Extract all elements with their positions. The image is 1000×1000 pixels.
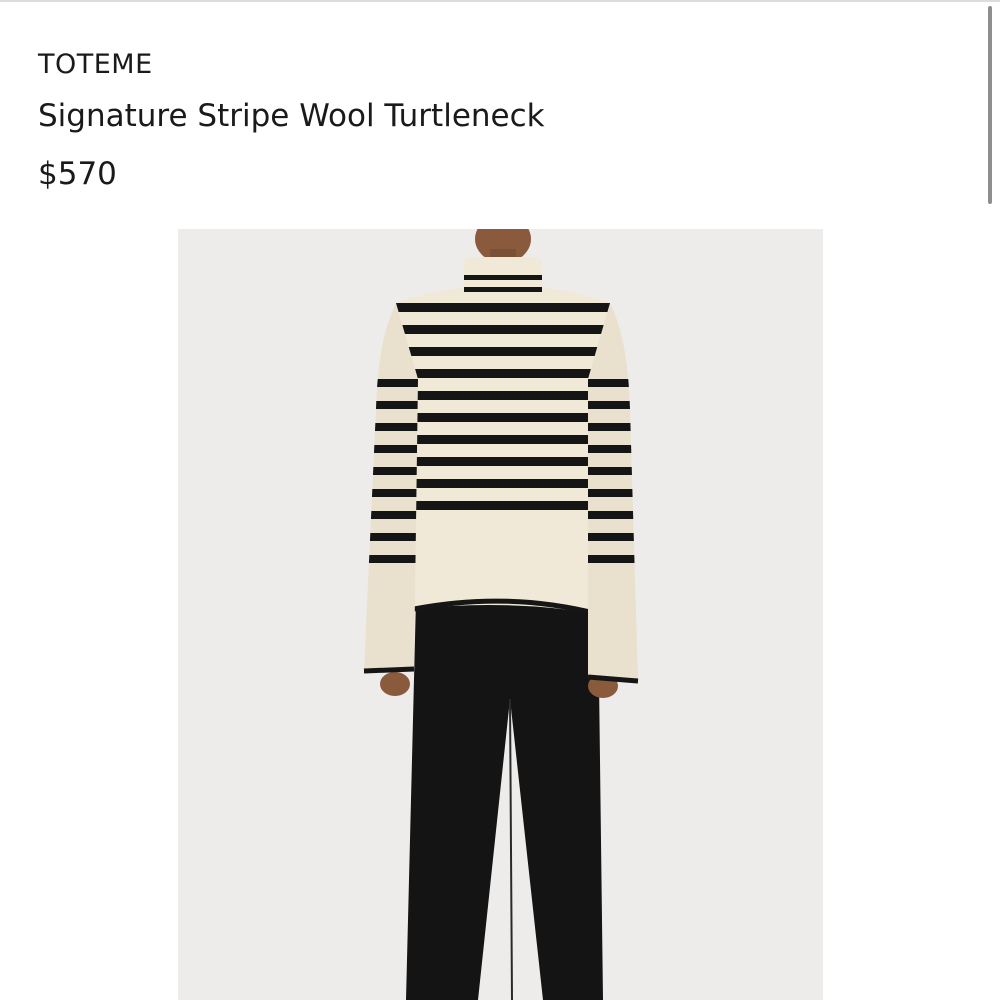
- product-info: TOTEME Signature Stripe Wool Turtleneck …: [38, 46, 545, 196]
- model-trousers: [406, 599, 603, 1000]
- product-title[interactable]: Signature Stripe Wool Turtleneck: [38, 94, 545, 138]
- product-brand[interactable]: TOTEME: [38, 46, 545, 84]
- product-price: $570: [38, 156, 117, 192]
- product-image[interactable]: [178, 229, 823, 1000]
- scrollbar-thumb[interactable]: [988, 6, 992, 204]
- top-divider: [0, 0, 1000, 2]
- sweater-collar: [464, 257, 542, 301]
